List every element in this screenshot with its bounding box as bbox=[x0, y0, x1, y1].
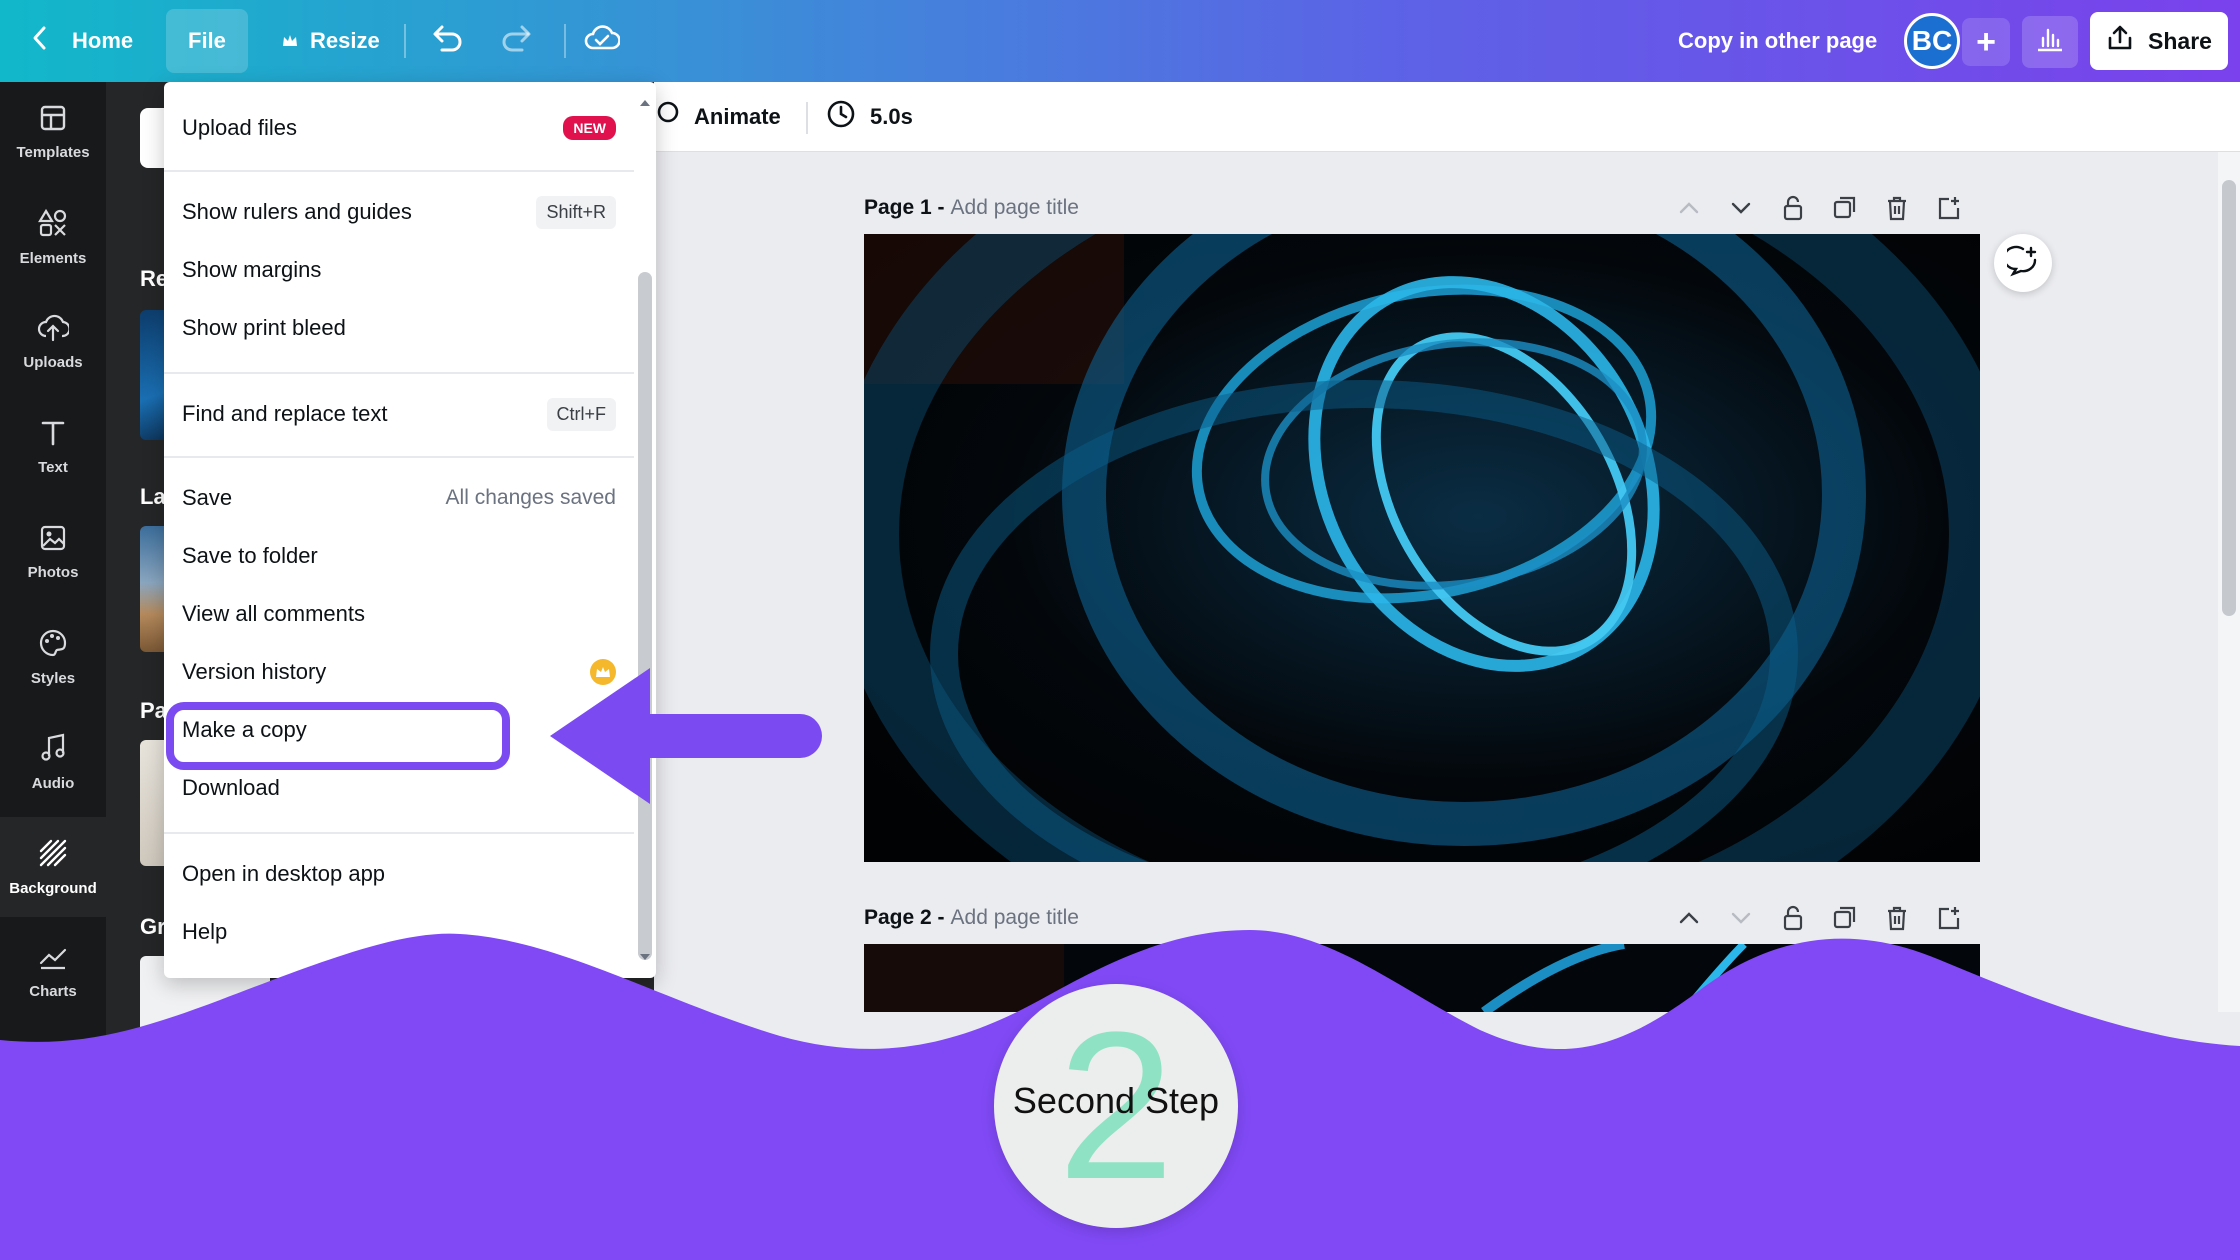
pointer-arrow bbox=[550, 668, 822, 804]
step-badge: 2 Second Step bbox=[994, 984, 1238, 1228]
step-label: Second Step bbox=[1012, 1080, 1220, 1121]
